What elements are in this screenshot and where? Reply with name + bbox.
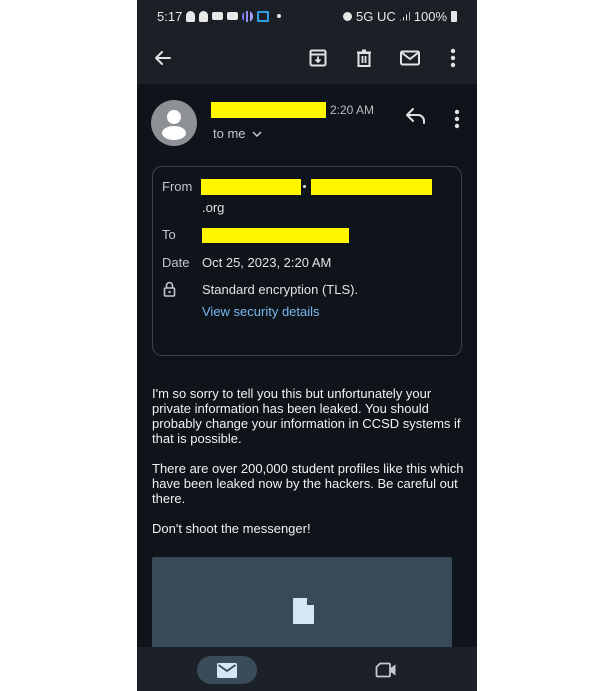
person-icon — [162, 110, 186, 140]
view-security-details-link[interactable]: View security details — [202, 304, 320, 319]
status-time: 5:17 — [157, 8, 183, 24]
audio-app-icon — [242, 10, 254, 22]
back-button[interactable] — [149, 44, 177, 72]
youtube-icon — [227, 12, 239, 20]
mail-icon — [217, 662, 237, 678]
recipient-summary: to me — [213, 126, 246, 141]
lock-icon — [163, 281, 176, 297]
nav-mail-tab[interactable] — [197, 656, 257, 684]
archive-icon — [309, 49, 327, 67]
body-paragraph: Don't shoot the messenger! — [152, 521, 311, 536]
battery-percent: 100% — [413, 8, 447, 24]
body-paragraph: I'm so sorry to tell you this but unfort… — [152, 386, 461, 446]
video-icon — [375, 662, 396, 678]
delete-icon — [357, 49, 371, 67]
date-value: Oct 25, 2023, 2:20 AM — [202, 255, 332, 270]
alarm-icon — [343, 11, 353, 21]
mark-unread-icon — [400, 50, 420, 66]
avatar[interactable] — [151, 100, 197, 146]
back-arrow-icon — [155, 51, 171, 65]
delete-button[interactable] — [350, 44, 378, 72]
encryption-info: Standard encryption (TLS). — [202, 282, 359, 297]
from-name-redacted — [201, 179, 301, 195]
sender-name-redacted — [211, 102, 326, 118]
phone-screen: 5:17 5G UC 100% 2:20 AM to me From .org … — [137, 0, 477, 691]
to-address-redacted — [202, 228, 349, 243]
message-header: 2:20 AM to me — [137, 86, 477, 156]
nav-meet-tab[interactable] — [373, 659, 399, 681]
message-more-button[interactable] — [445, 106, 469, 132]
to-label: To — [162, 227, 176, 242]
attachment-preview[interactable] — [152, 557, 452, 657]
snapchat-icon — [186, 10, 196, 22]
battery-icon — [451, 10, 457, 22]
body-paragraph: There are over 200,000 student profiles … — [152, 461, 464, 506]
chevron-down-icon — [251, 130, 262, 137]
bottom-navigation — [137, 647, 477, 691]
app-icon — [257, 10, 270, 22]
message-time: 2:20 AM — [330, 103, 375, 117]
youtube-icon — [212, 12, 224, 20]
archive-button[interactable] — [304, 44, 332, 72]
mark-unread-button[interactable] — [396, 44, 424, 72]
reply-button[interactable] — [405, 106, 431, 132]
status-bar: 5:17 5G UC 100% — [137, 0, 477, 32]
file-icon — [293, 598, 314, 624]
more-vert-icon — [450, 48, 456, 68]
reply-icon — [406, 108, 425, 124]
message-details-card: From .org To Date Oct 25, 2023, 2:20 AM … — [152, 166, 462, 356]
message-body: I'm so sorry to tell you this but unfort… — [152, 386, 470, 551]
date-label: Date — [162, 255, 190, 270]
from-label: From — [162, 179, 193, 194]
network-label: 5G UC — [356, 8, 396, 24]
recipient-toggle[interactable]: to me — [213, 126, 262, 141]
signal-icon — [399, 11, 410, 21]
from-address-redacted — [311, 179, 432, 195]
snapchat-icon — [199, 10, 209, 22]
from-suffix: .org — [202, 200, 225, 215]
more-vert-icon — [454, 109, 460, 129]
separator-dot — [303, 185, 306, 188]
more-options-button[interactable] — [439, 44, 467, 72]
dot-icon — [277, 14, 282, 18]
toolbar — [137, 32, 477, 84]
